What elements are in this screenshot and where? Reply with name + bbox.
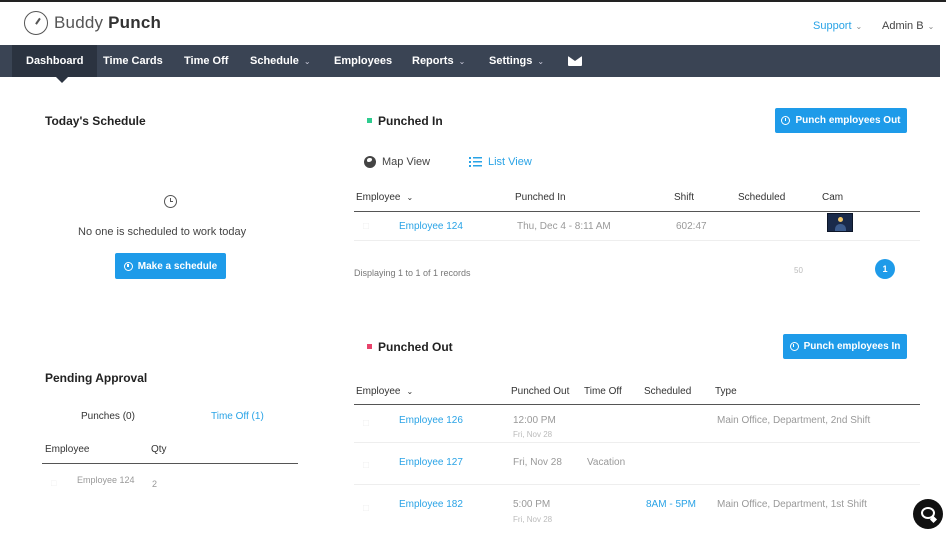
pending-approval-title: Pending Approval [45,371,148,385]
chevron-down-icon: ⌄ [927,22,935,31]
col-employee[interactable]: Employee ⌄ [356,192,413,203]
col-scheduled: Scheduled [644,386,692,397]
table-row-employee[interactable]: Employee 124 [399,221,463,232]
col-scheduled: Scheduled [738,192,786,203]
col-cam: Cam [822,192,844,203]
clock-icon [123,261,133,271]
table-row-employee[interactable]: Employee 126 [399,415,463,426]
table-row-scheduled: 8AM - 5PM [646,499,697,510]
punched-in-title: Punched In [378,114,443,128]
col-punched-out: Punched Out [511,386,570,397]
make-schedule-button[interactable]: Make a schedule [115,253,226,279]
stopwatch-icon [24,11,48,35]
top-header: Buddy Punch Support ⌄ Admin B ⌄ [0,0,946,45]
col-shift: Shift [674,192,695,203]
table-row-type: Main Office, Department, 2nd Shift [717,415,871,426]
clock-icon [789,342,799,351]
chevron-down-icon: ⌄ [537,57,545,66]
table-row-employee[interactable]: Employee 182 [399,499,463,510]
nav-reports[interactable]: Reports ⌄ [412,45,465,77]
chevron-down-icon: ⌄ [303,57,311,66]
table-row-shift: 602:47 [676,221,707,232]
clock-icon [781,116,791,125]
brand-name: Buddy Punch [54,13,162,32]
envelope-icon[interactable] [568,56,582,66]
table-row-time-off: Vacation [587,457,626,468]
nav-settings[interactable]: Settings ⌄ [489,45,544,77]
globe-icon [364,156,376,168]
tab-punches[interactable]: Punches (0) [81,411,135,422]
punch-employees-in-button[interactable]: Punch employees In [783,334,907,359]
table-row-employee[interactable]: Employee 124 [77,475,135,485]
punched-out-status-dot [367,344,372,349]
row-checkbox[interactable]: □ [363,418,369,429]
chat-icon[interactable] [913,499,943,529]
chevron-down-icon: ⌄ [406,193,414,202]
nav-schedule[interactable]: Schedule ⌄ [250,45,311,77]
table-row-punched-in: Thu, Dec 4 - 8:11 AM [517,221,611,232]
row-checkbox[interactable]: □ [51,478,56,488]
punched-out-title: Punched Out [378,340,453,354]
nav-employees[interactable]: Employees [334,45,392,77]
map-view-link[interactable]: Map View [364,156,430,168]
nav-time-cards[interactable]: Time Cards [103,45,163,77]
punch-employees-out-button[interactable]: Punch employees Out [775,108,907,133]
nav-dashboard[interactable]: Dashboard [12,45,98,83]
table-row-qty: 2 [152,479,158,489]
col-punched-in: Punched In [515,192,566,203]
table-row-punched-out: 12:00 PM [513,415,556,426]
col-employee: Employee [45,444,90,455]
todays-schedule-title: Today's Schedule [45,114,146,128]
list-view-link[interactable]: List View [469,156,532,168]
buddy-punch-logo[interactable]: Buddy Punch [24,11,161,35]
chevron-down-icon: ⌄ [458,57,466,66]
punched-in-status-dot [367,118,372,123]
clock-icon [164,195,177,208]
page-size-select[interactable]: 50 [794,266,803,275]
records-count: Displaying 1 to 1 of 1 records [354,268,471,278]
nav-time-off[interactable]: Time Off [184,45,228,77]
main-nav: Dashboard Time Cards Time Off Schedule ⌄ … [0,45,940,83]
chevron-down-icon: ⌄ [406,387,414,396]
col-qty: Qty [151,444,167,455]
support-menu[interactable]: Support ⌄ [813,20,862,32]
list-icon [469,157,482,167]
row-checkbox[interactable]: □ [363,460,369,471]
table-row-type: Main Office, Department, 1st Shift [717,499,867,510]
table-row-punched-out-date: Fri, Nov 28 [513,430,553,439]
col-type: Type [715,386,737,397]
table-row-punched-out-date: Fri, Nov 28 [513,515,553,524]
col-time-off: Time Off [584,386,622,397]
row-divider [354,484,920,485]
row-checkbox[interactable]: □ [363,221,369,232]
col-employee[interactable]: Employee ⌄ [356,386,413,397]
camera-photo-thumbnail[interactable] [827,213,853,232]
table-row-punched-out: Fri, Nov 28 [513,457,562,468]
row-checkbox[interactable]: □ [363,503,369,514]
table-divider [354,211,920,212]
row-divider [354,240,920,241]
row-divider [354,442,920,443]
empty-schedule-message: No one is scheduled to work today [78,226,247,238]
tab-time-off[interactable]: Time Off (1) [211,411,264,422]
pagination-page-1[interactable]: 1 [875,259,895,279]
chevron-down-icon: ⌄ [855,22,863,31]
table-divider [42,463,298,464]
table-row-punched-out: 5:00 PM [513,499,551,510]
admin-menu[interactable]: Admin B ⌄ [882,20,934,32]
table-divider [354,404,920,405]
table-row-employee[interactable]: Employee 127 [399,457,463,468]
